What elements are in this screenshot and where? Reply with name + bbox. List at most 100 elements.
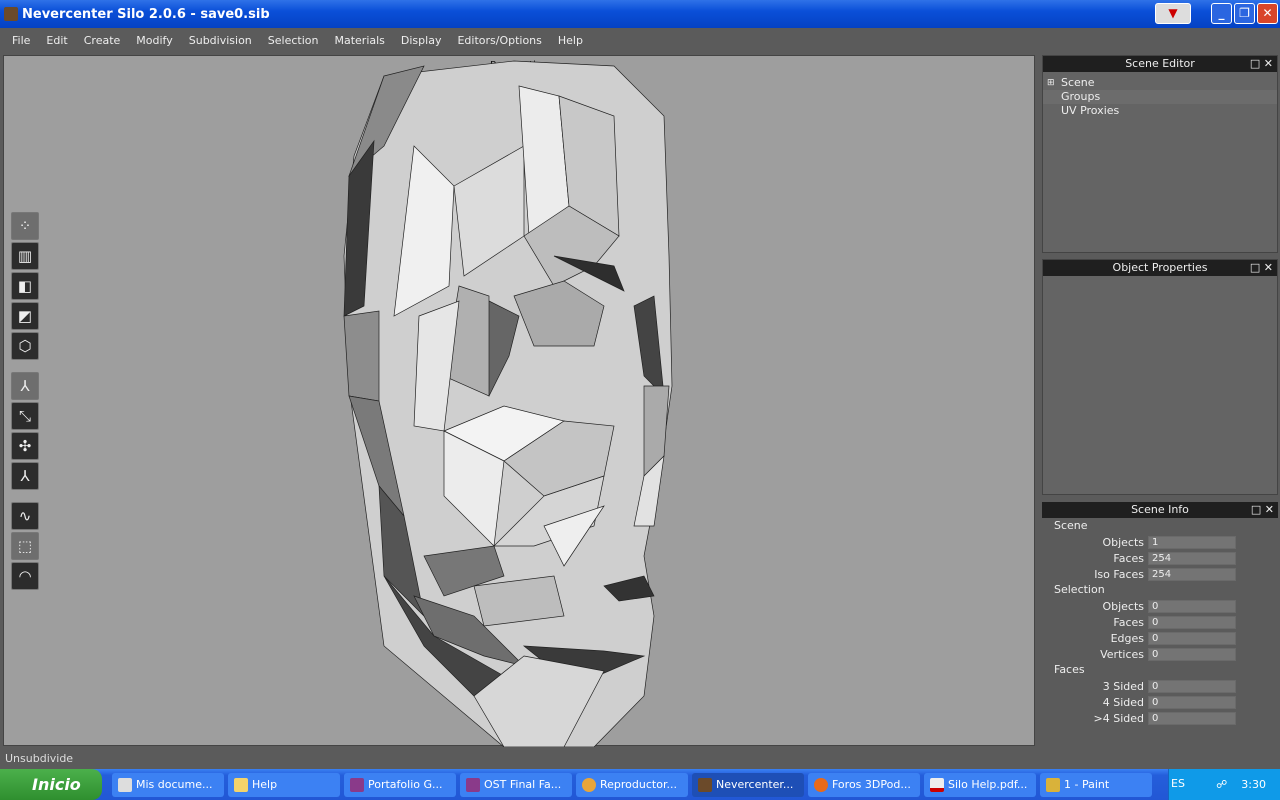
panel-title: Scene Info [1131,503,1189,516]
panel-title: Object Properties [1112,261,1208,274]
status-bar: Unsubdivide [5,752,74,765]
close-button[interactable]: ✕ [1257,3,1278,24]
scene-info-header: Scene Info □ ✕ [1042,502,1278,518]
tree-item-groups[interactable]: Groups [1043,90,1277,104]
universal-manipulator-button[interactable]: ⅄ [11,462,39,490]
edge-mode-button[interactable]: ▥ [11,242,39,270]
info-section-selection[interactable]: Selection [1042,582,1278,598]
task-help-folder[interactable]: Help [228,772,340,797]
scene-editor-panel: Scene Editor □ ✕ ⊞ Scene Groups UV Proxies [1042,55,1278,253]
task-foros-3dpod[interactable]: Foros 3DPod... [808,772,920,797]
info-label: Objects [1102,599,1144,613]
scene-info-panel: Scene Info □ ✕ Scene Objects 1 Faces 254 Iso F… [1042,502,1278,746]
info-label: Faces [1113,615,1144,629]
task-label: Help [252,777,278,791]
tree-label: Scene [1061,76,1095,89]
silo-app-icon [4,7,18,21]
language-indicator[interactable]: ES [1171,777,1185,790]
info-row: Objects 1 [1042,534,1278,550]
info-label: Vertices [1100,647,1144,661]
info-label: 4 Sided [1102,695,1144,709]
info-value-field: 0 [1148,679,1236,693]
task-portafolio[interactable]: Portafolio G... [344,772,456,797]
task-reproductor[interactable]: Reproductor... [576,772,688,797]
task-paint[interactable]: 1 - Paint [1040,772,1152,797]
panel-float-close-icons[interactable]: □ ✕ [1250,56,1273,72]
perspective-viewport[interactable]: Perspective ⁘ ▥ ◧ ◩ ⬡ ⅄ ⤡ ✣ ⅄ ∿ ⬚ ◠ [3,55,1035,747]
menu-subdivision[interactable]: Subdivision [181,34,260,47]
object-properties-header: Object Properties □ ✕ [1043,260,1277,276]
info-row: 4 Sided 0 [1042,694,1278,710]
panel-float-close-icons[interactable]: □ ✕ [1251,502,1274,518]
rotate-tool-button[interactable]: ⤡ [11,402,39,430]
panel-title: Scene Editor [1125,57,1195,70]
clock: 3:30 [1241,778,1266,791]
task-label: Nevercenter... [716,777,794,791]
info-row: Edges 0 [1042,630,1278,646]
menu-help[interactable]: Help [550,34,591,47]
menu-selection[interactable]: Selection [260,34,327,47]
menu-materials[interactable]: Materials [326,34,392,47]
task-label: Foros 3DPod... [832,777,911,791]
info-label: Iso Faces [1094,567,1144,581]
multi-mode-button[interactable]: ◩ [11,302,39,330]
menu-file[interactable]: File [4,34,38,47]
task-silo-help-pdf[interactable]: Silo Help.pdf... [924,772,1036,797]
info-section-faces[interactable]: Faces [1042,662,1278,678]
info-label: Edges [1110,631,1144,645]
menu-create[interactable]: Create [76,34,129,47]
task-nevercenter[interactable]: Nevercenter... [692,772,804,797]
menu-edit[interactable]: Edit [38,34,75,47]
scene-editor-header: Scene Editor □ ✕ [1043,56,1277,72]
restore-button[interactable]: ❐ [1234,3,1255,24]
task-ost-final[interactable]: OST Final Fa... [460,772,572,797]
rect-select-button[interactable]: ⬚ [11,532,39,560]
info-row: >4 Sided 0 [1042,710,1278,726]
scale-tool-button[interactable]: ✣ [11,432,39,460]
info-row: 3 Sided 0 [1042,678,1278,694]
menu-display[interactable]: Display [393,34,450,47]
lasso-select-button[interactable]: ∿ [11,502,39,530]
expand-icon[interactable]: ⊞ [1047,76,1055,90]
object-properties-panel: Object Properties □ ✕ [1042,259,1278,495]
info-value-field: 254 [1148,551,1236,565]
task-label: 1 - Paint [1064,777,1110,791]
info-value-field: 0 [1148,647,1236,661]
task-label: Portafolio G... [368,777,443,791]
task-label: Reproductor... [600,777,677,791]
vertex-mode-button[interactable]: ⁘ [11,212,39,240]
object-mode-button[interactable]: ⬡ [11,332,39,360]
network-icon[interactable]: ☍ [1216,778,1227,791]
info-label: Objects [1102,535,1144,549]
head-mesh [343,60,673,747]
menu-bar: File Edit Create Modify Subdivision Sele… [0,28,1280,52]
start-button[interactable]: Inicio [0,769,102,800]
panel-float-close-icons[interactable]: □ ✕ [1250,260,1273,276]
info-label: 3 Sided [1102,679,1144,693]
info-label: >4 Sided [1093,711,1144,725]
info-row: Vertices 0 [1042,646,1278,662]
paint-select-button[interactable]: ◠ [11,562,39,590]
info-value-field: 254 [1148,567,1236,581]
menu-modify[interactable]: Modify [128,34,180,47]
menu-editors-options[interactable]: Editors/Options [449,34,549,47]
info-section-scene[interactable]: Scene [1042,518,1278,534]
start-label: Inicio [32,775,81,794]
info-row: Objects 0 [1042,598,1278,614]
info-value-field: 0 [1148,711,1236,725]
download-arrow-icon[interactable]: ▼ [1155,3,1191,24]
info-value-field: 0 [1148,631,1236,645]
face-mode-button[interactable]: ◧ [11,272,39,300]
tree-item-scene[interactable]: ⊞ Scene [1043,76,1277,90]
minimize-button[interactable]: _ [1211,3,1232,24]
info-value-field: 0 [1148,599,1236,613]
info-value-field: 0 [1148,695,1236,709]
move-tool-button[interactable]: ⅄ [11,372,39,400]
tree-item-uv-proxies[interactable]: UV Proxies [1043,104,1277,118]
task-mis-documentos[interactable]: Mis docume... [112,772,224,797]
info-value-field: 1 [1148,535,1236,549]
info-row: Faces 254 [1042,550,1278,566]
info-label: Faces [1113,551,1144,565]
title-bar: Nevercenter Silo 2.0.6 - save0.sib ▼ _ ❐… [0,0,1280,28]
task-label: Silo Help.pdf... [948,777,1028,791]
